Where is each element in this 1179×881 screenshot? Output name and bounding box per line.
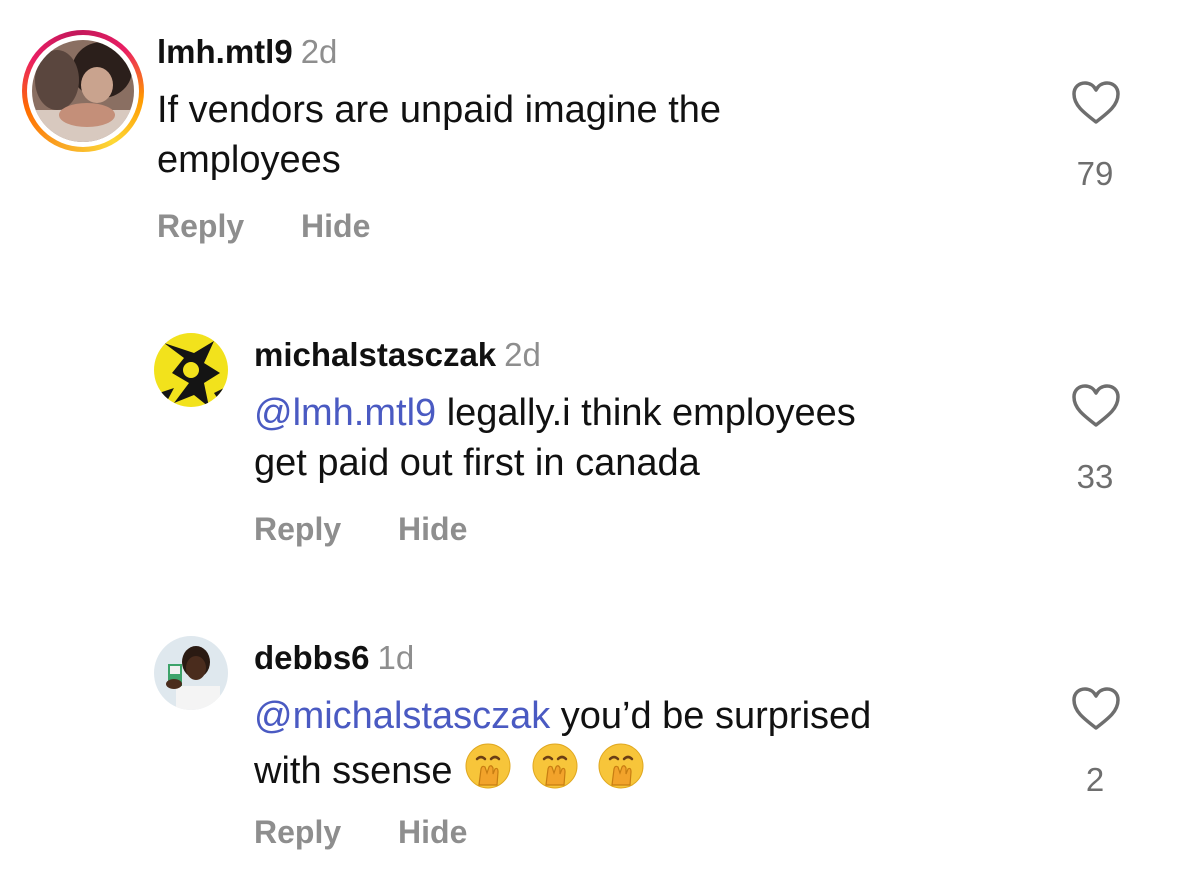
face-with-hand-over-mouth-icon: [532, 743, 578, 789]
timestamp: 1d: [377, 639, 415, 676]
hide-button[interactable]: Hide: [398, 814, 467, 851]
comment-text-line: with ssense: [254, 750, 453, 792]
comment-3: debbs6 1d @michalstasczak you’d be surpri…: [0, 0, 1179, 881]
comment-text-line: you’d be surprised: [550, 695, 872, 737]
avatar[interactable]: [154, 636, 228, 710]
like-count: 2: [1085, 761, 1105, 798]
face-with-hand-over-mouth-icon: [598, 743, 644, 789]
heart-icon[interactable]: [1071, 686, 1121, 732]
reply-button[interactable]: Reply: [254, 814, 341, 851]
username[interactable]: debbs6: [254, 639, 370, 676]
comment-text: @michalstasczak you’d be surprised with …: [254, 691, 871, 796]
mention-link[interactable]: @michalstasczak: [254, 695, 550, 737]
face-with-hand-over-mouth-icon: [465, 743, 511, 789]
